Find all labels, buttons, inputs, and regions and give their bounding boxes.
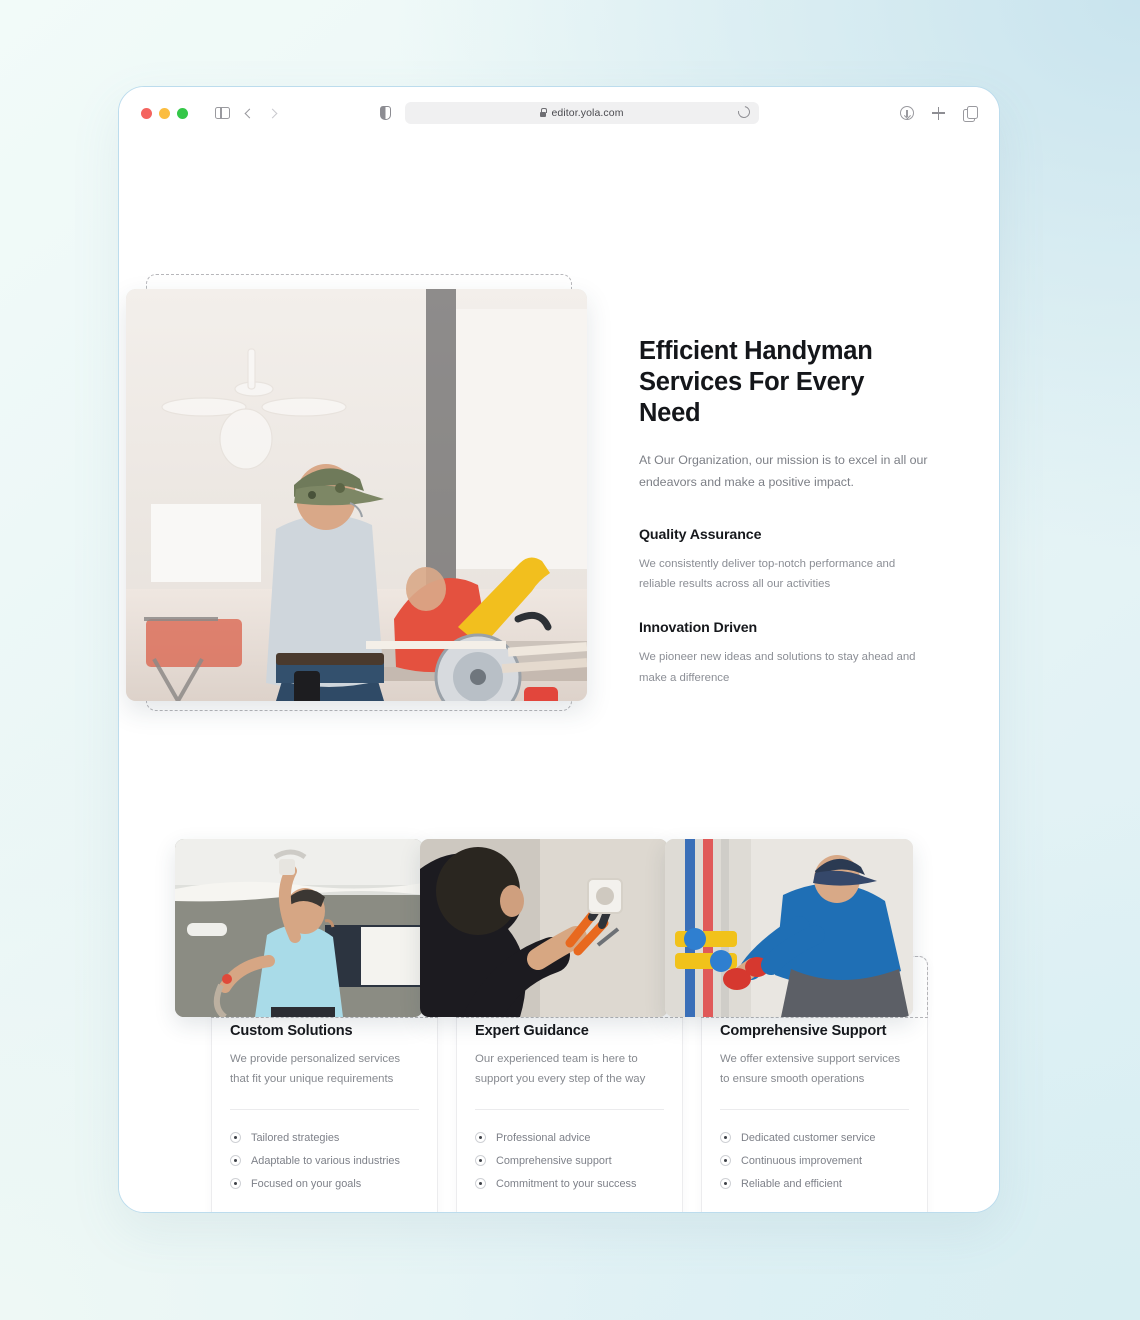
list-item: Reliable and efficient bbox=[720, 1172, 909, 1195]
navigation-controls bbox=[215, 106, 278, 120]
hero-image[interactable] bbox=[126, 289, 587, 701]
service-card[interactable]: Expert Guidance Our experienced team is … bbox=[420, 839, 683, 1212]
card-feature-list: Professional advice Comprehensive suppor… bbox=[475, 1126, 664, 1195]
feature-title: Quality Assurance bbox=[639, 526, 762, 543]
browser-toolbar: editor.yola.com bbox=[119, 87, 999, 139]
bullet-icon bbox=[475, 1132, 486, 1144]
card-image[interactable] bbox=[665, 839, 913, 1017]
hero-text-column: Efficient Handyman Services For Every Ne… bbox=[639, 336, 929, 688]
list-item: Focused on your goals bbox=[230, 1172, 419, 1195]
download-icon[interactable] bbox=[900, 106, 914, 120]
service-cards-row: Custom Solutions We provide personalized… bbox=[175, 839, 929, 1212]
bullet-icon bbox=[475, 1155, 486, 1167]
address-bar[interactable]: editor.yola.com bbox=[405, 102, 759, 124]
minimize-window-button[interactable] bbox=[159, 107, 170, 119]
hero-image-selection-frame[interactable] bbox=[126, 274, 587, 711]
feature-quality-assurance: Quality Assurance We consistently delive… bbox=[639, 527, 929, 595]
card-title: Expert Guidance bbox=[475, 1023, 589, 1039]
card-photo-illustration bbox=[420, 839, 668, 1017]
list-item: Professional advice bbox=[475, 1126, 664, 1149]
bullet-icon bbox=[475, 1178, 486, 1190]
card-description: Our experienced team is here to support … bbox=[475, 1053, 646, 1085]
list-item: Comprehensive support bbox=[475, 1149, 664, 1172]
card-image[interactable] bbox=[420, 839, 668, 1017]
card-photo-illustration bbox=[665, 839, 913, 1017]
card-title: Comprehensive Support bbox=[720, 1023, 887, 1039]
list-item: Continuous improvement bbox=[720, 1149, 909, 1172]
list-item-label: Dedicated customer service bbox=[741, 1131, 876, 1144]
bullet-icon bbox=[230, 1155, 241, 1167]
list-item-label: Tailored strategies bbox=[251, 1131, 340, 1144]
back-chevron-icon[interactable] bbox=[244, 108, 255, 118]
hero-photo-illustration bbox=[126, 289, 587, 701]
address-bar-url: editor.yola.com bbox=[551, 107, 624, 119]
list-item-label: Reliable and efficient bbox=[741, 1177, 842, 1190]
card-feature-list: Tailored strategies Adaptable to various… bbox=[230, 1126, 419, 1195]
tab-overview-icon[interactable] bbox=[963, 106, 978, 122]
card-description: We offer extensive support services to e… bbox=[720, 1053, 901, 1085]
bullet-icon bbox=[230, 1132, 241, 1144]
plus-icon[interactable] bbox=[932, 106, 945, 120]
page-canvas: Efficient Handyman Services For Every Ne… bbox=[119, 139, 999, 1212]
reader-shield-icon[interactable] bbox=[380, 106, 391, 120]
hero-title: Efficient Handyman Services For Every Ne… bbox=[639, 337, 873, 427]
list-item-label: Commitment to your success bbox=[496, 1177, 637, 1190]
card-divider bbox=[230, 1109, 419, 1111]
feature-body: We pioneer new ideas and solutions to st… bbox=[639, 651, 916, 684]
close-window-button[interactable] bbox=[141, 107, 152, 119]
card-title: Custom Solutions bbox=[230, 1023, 353, 1039]
window-controls[interactable] bbox=[141, 107, 188, 119]
feature-title: Innovation Driven bbox=[639, 620, 758, 637]
card-photo-illustration bbox=[175, 839, 423, 1017]
list-item-label: Focused on your goals bbox=[251, 1177, 362, 1190]
card-feature-list: Dedicated customer service Continuous im… bbox=[720, 1126, 909, 1195]
card-divider bbox=[475, 1109, 664, 1111]
toolbar-actions bbox=[900, 106, 978, 122]
list-item: Commitment to your success bbox=[475, 1172, 664, 1195]
feature-body: We consistently deliver top-notch perfor… bbox=[639, 557, 896, 590]
lock-icon bbox=[540, 108, 548, 117]
list-item: Dedicated customer service bbox=[720, 1126, 909, 1149]
feature-innovation-driven: Innovation Driven We pioneer new ideas a… bbox=[639, 620, 929, 688]
card-description: We provide personalized services that fi… bbox=[230, 1053, 401, 1085]
service-card[interactable]: Comprehensive Support We offer extensive… bbox=[665, 839, 928, 1212]
sidebar-toggle-icon[interactable] bbox=[215, 106, 230, 120]
bullet-icon bbox=[720, 1178, 731, 1190]
zoom-window-button[interactable] bbox=[177, 107, 188, 119]
forward-chevron-icon[interactable] bbox=[267, 108, 278, 118]
reload-icon[interactable] bbox=[735, 103, 753, 121]
list-item-label: Professional advice bbox=[496, 1131, 591, 1144]
list-item-label: Adaptable to various industries bbox=[251, 1154, 400, 1167]
bullet-icon bbox=[720, 1155, 731, 1167]
card-image[interactable] bbox=[175, 839, 423, 1017]
card-divider bbox=[720, 1109, 909, 1111]
hero-subtitle: At Our Organization, our mission is to e… bbox=[639, 452, 928, 489]
bullet-icon bbox=[230, 1178, 241, 1190]
list-item: Tailored strategies bbox=[230, 1126, 419, 1149]
bullet-icon bbox=[720, 1132, 731, 1144]
service-card[interactable]: Custom Solutions We provide personalized… bbox=[175, 839, 438, 1212]
list-item-label: Comprehensive support bbox=[496, 1154, 612, 1167]
list-item: Adaptable to various industries bbox=[230, 1149, 419, 1172]
browser-window: editor.yola.com Efficient Handyman Servi… bbox=[118, 86, 1000, 1213]
list-item-label: Continuous improvement bbox=[741, 1154, 863, 1167]
